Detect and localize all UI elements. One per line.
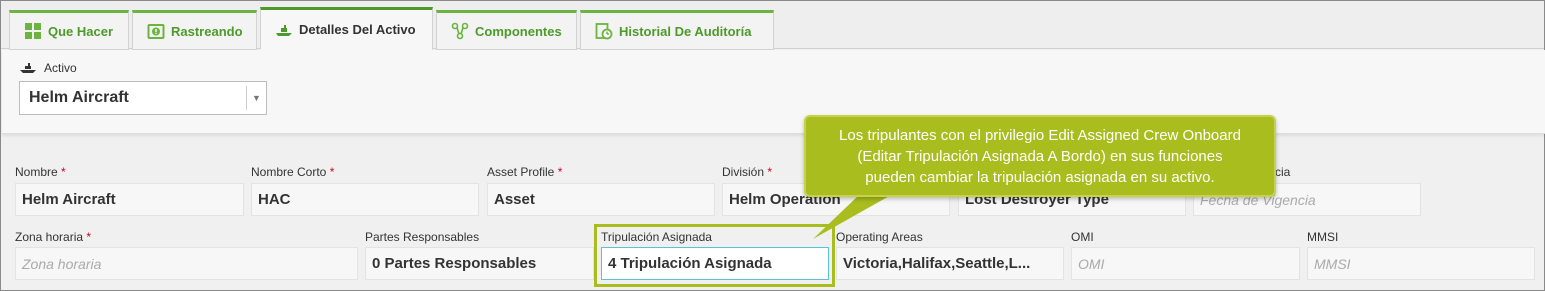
vessel-icon (20, 63, 36, 73)
tab-bar: Que Hacer Rastreando Detalles Del Activo… (1, 1, 1544, 50)
tracking-alert-icon (147, 22, 165, 40)
nombre-field[interactable]: Helm Aircraft (15, 183, 244, 216)
mmsi-field[interactable]: MMSI (1307, 247, 1535, 280)
tooltip-callout: Los tripulantes con el privilegio Edit A… (804, 115, 1276, 197)
tab-label: Componentes (475, 23, 562, 39)
tab-componentes[interactable]: Componentes (436, 10, 577, 50)
tab-detalles-del-activo[interactable]: Detalles Del Activo (260, 7, 433, 50)
asset-selector-panel: Activo Helm Aircraft ▼ (2, 50, 1545, 134)
tab-rastreando[interactable]: Rastreando (132, 10, 257, 50)
vessel-icon (275, 21, 293, 39)
omi-field[interactable]: OMI (1071, 247, 1300, 280)
asset-profile-label: Asset Profile * (487, 165, 563, 179)
tab-label: Rastreando (171, 23, 243, 39)
tab-historial-de-auditoria[interactable]: Historial De Auditoría (580, 10, 774, 50)
tab-label: Detalles Del Activo (299, 22, 416, 37)
tab-que-hacer[interactable]: Que Hacer (9, 10, 129, 50)
partes-responsables-field[interactable]: 0 Partes Responsables (365, 247, 594, 280)
asset-profile-field[interactable]: Asset (487, 183, 715, 216)
callout-line-2: (Editar Tripulación Asignada A Bordo) en… (857, 148, 1223, 165)
nombre-corto-label: Nombre Corto * (251, 165, 335, 179)
zona-horaria-field[interactable]: Zona horaria (15, 247, 358, 280)
components-icon (451, 22, 469, 40)
callout-line-3: pueden cambiar la tripulación asignada e… (865, 169, 1215, 186)
operating-areas-label: Operating Areas (836, 230, 923, 244)
nombre-label: Nombre * (15, 165, 66, 179)
nombre-corto-field[interactable]: HAC (251, 183, 479, 216)
tab-label: Que Hacer (48, 23, 114, 39)
asset-dropdown[interactable]: Helm Aircraft ▼ (19, 81, 267, 115)
mmsi-label: MMSI (1307, 230, 1339, 244)
chevron-down-icon[interactable]: ▼ (246, 86, 266, 110)
tab-label: Historial De Auditoría (619, 23, 752, 39)
zona-horaria-label: Zona horaria * (15, 230, 92, 244)
app-frame: Que Hacer Rastreando Detalles Del Activo… (0, 0, 1545, 291)
omi-label: OMI (1071, 230, 1094, 244)
callout-line-1: Los tripulantes con el privilegio Edit A… (839, 127, 1241, 144)
highlight-box (594, 224, 835, 287)
division-label: División * (722, 165, 773, 179)
asset-label: Activo (20, 61, 77, 75)
operating-areas-field[interactable]: Victoria,Halifax,Seattle,L... (836, 247, 1064, 280)
audit-history-icon (595, 22, 613, 40)
vigencia-label: cia (1275, 165, 1291, 179)
grid-icon (24, 22, 42, 40)
asset-dropdown-value: Helm Aircraft (29, 89, 129, 106)
asset-label-text: Activo (44, 61, 77, 75)
partes-responsables-label: Partes Responsables (365, 230, 480, 244)
